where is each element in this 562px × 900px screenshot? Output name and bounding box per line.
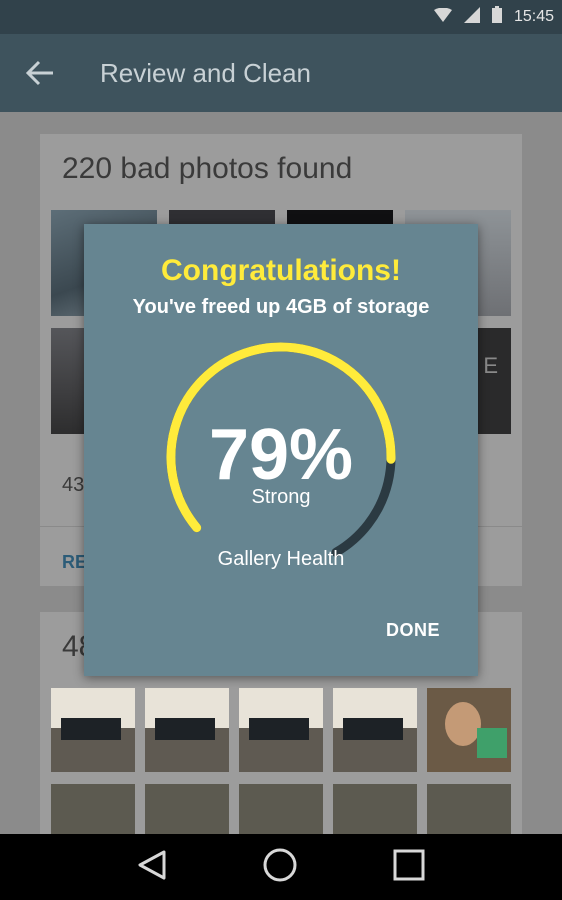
gauge-label: Strong [251, 486, 311, 508]
card-subtitle: 43 [62, 474, 85, 496]
page-title: Review and Clean [100, 57, 312, 88]
status-time: 15:45 [513, 8, 554, 25]
gauge-value: 79% [208, 415, 354, 495]
photo-thumb[interactable] [51, 688, 135, 772]
dialog-subtitle: You've freed up 4GB of storage [132, 296, 430, 318]
congratulations-dialog: Congratulations! You've freed up 4GB of … [84, 224, 478, 676]
photo-thumb[interactable] [333, 784, 417, 834]
status-bar: 15:45 [0, 0, 562, 34]
photo-thumb[interactable] [145, 784, 229, 834]
back-button[interactable] [0, 34, 80, 112]
back-triangle-icon[interactable] [137, 849, 167, 886]
battery-icon [491, 6, 502, 28]
recents-square-icon[interactable] [393, 849, 425, 886]
navigation-bar [0, 834, 562, 900]
dialog-title: Congratulations! [161, 254, 401, 287]
wifi-icon [433, 7, 452, 27]
arrow-back-icon [26, 60, 53, 86]
card-title: 220 bad photos found [62, 152, 353, 185]
photo-thumb[interactable] [239, 784, 323, 834]
signal-icon [463, 6, 480, 28]
photo-thumb[interactable] [427, 784, 511, 834]
done-button[interactable]: DONE [386, 620, 440, 641]
photo-thumb[interactable] [51, 784, 135, 834]
photo-thumb[interactable] [145, 688, 229, 772]
photo-thumb[interactable] [239, 688, 323, 772]
photo-thumb[interactable] [333, 688, 417, 772]
home-circle-icon[interactable] [262, 847, 298, 888]
gauge-caption: Gallery Health [217, 548, 345, 570]
app-bar: Review and Clean [0, 34, 562, 112]
photo-thumb[interactable] [427, 688, 511, 772]
